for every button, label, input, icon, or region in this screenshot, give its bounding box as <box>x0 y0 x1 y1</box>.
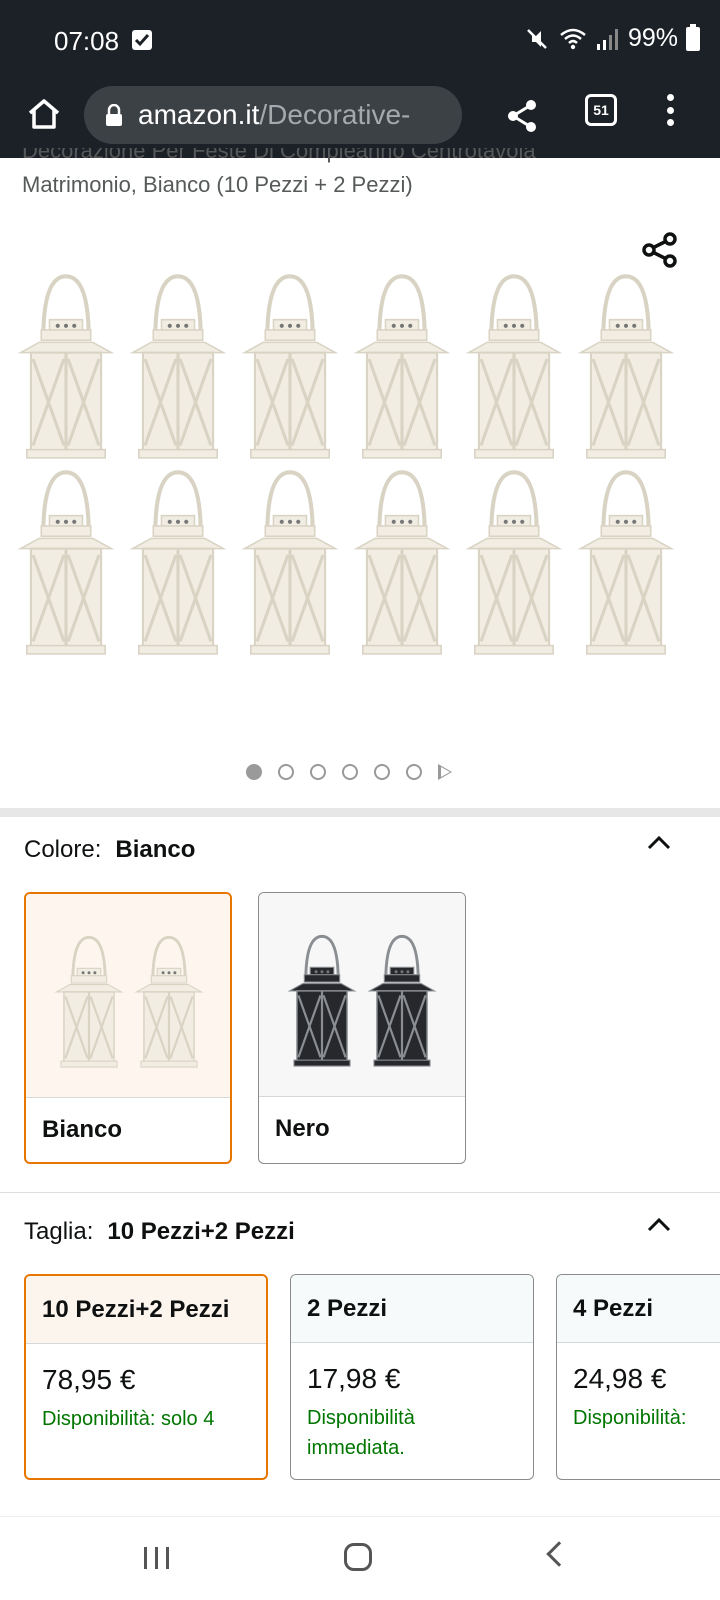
lock-icon <box>104 103 124 126</box>
size-option-4-pezzi[interactable]: 4 Pezzi 24,98 € Disponibilità: <box>556 1274 720 1480</box>
status-time: 07:08 <box>54 26 120 56</box>
lantern-image <box>14 266 118 462</box>
home-button[interactable] <box>24 94 64 134</box>
recent-apps-button[interactable] <box>144 1547 169 1569</box>
recents-icon <box>155 1547 158 1569</box>
menu-dot-icon <box>666 106 674 114</box>
gallery-dot[interactable] <box>246 764 262 780</box>
wifi-icon <box>560 28 586 49</box>
lantern-image <box>462 266 566 462</box>
lantern-image <box>126 462 230 658</box>
product-title-line1: Decorazione Per Feste Di Compleanno Cent… <box>22 148 536 163</box>
tab-switcher-button[interactable]: 51 <box>585 94 617 126</box>
swatch-label: Bianco <box>42 1116 123 1143</box>
size-option-price: 78,95 € <box>42 1364 136 1395</box>
gallery-dot[interactable] <box>278 764 294 780</box>
color-collapse-chevron-up-icon[interactable] <box>646 830 672 856</box>
divider <box>0 1192 720 1193</box>
mute-icon <box>527 28 547 49</box>
size-option-label: 4 Pezzi <box>557 1275 720 1343</box>
size-option-10-2-pezzi[interactable]: 10 Pezzi+2 Pezzi 78,95 € Disponibilità: … <box>24 1274 268 1480</box>
size-option-label: 2 Pezzi <box>291 1275 533 1343</box>
swatch-lantern-image <box>365 929 439 1074</box>
browser-menu-button[interactable] <box>660 90 680 130</box>
swatch-lantern-image <box>132 930 206 1075</box>
share-icon <box>642 232 677 268</box>
share-icon <box>508 100 536 132</box>
product-title-line2: Matrimonio, Bianco (10 Pezzi + 2 Pezzi) <box>22 172 413 197</box>
recents-icon <box>166 1547 169 1569</box>
swatch-label: Nero <box>275 1115 330 1142</box>
lantern-image <box>14 462 118 658</box>
image-share-button[interactable] <box>640 230 680 270</box>
status-bar: 07:08 99% <box>0 0 720 80</box>
battery-icon <box>686 23 700 51</box>
url-text: amazon.it/Decorative- <box>138 99 410 131</box>
color-selected-value: Bianco <box>115 836 196 863</box>
lantern-image <box>126 266 230 462</box>
product-image-gallery[interactable] <box>14 266 704 666</box>
size-option-label: 10 Pezzi+2 Pezzi <box>26 1276 266 1344</box>
size-selected-value: 10 Pezzi+2 Pezzi <box>107 1218 295 1245</box>
back-button[interactable] <box>546 1541 572 1567</box>
system-home-button[interactable] <box>344 1543 372 1571</box>
gallery-next-arrow-icon[interactable] <box>438 764 452 780</box>
size-option-2-pezzi[interactable]: 2 Pezzi 17,98 € Disponibilità immediata. <box>290 1274 534 1480</box>
section-divider <box>0 808 720 817</box>
size-option-price: 17,98 € <box>307 1363 401 1394</box>
size-variation-header: Taglia: 10 Pezzi+2 Pezzi <box>24 1218 295 1246</box>
gallery-dot[interactable] <box>342 764 358 780</box>
url-domain: amazon.it <box>138 99 260 130</box>
swatch-image <box>259 893 465 1097</box>
lantern-image <box>350 266 454 462</box>
size-option-availability: Disponibilità immediata. <box>307 1407 415 1459</box>
lantern-image <box>574 266 678 462</box>
system-navigation-bar <box>0 1516 720 1600</box>
swatch-lantern-image <box>285 929 359 1074</box>
gallery-pagination <box>246 764 452 780</box>
size-option-price: 24,98 € <box>573 1363 667 1394</box>
lantern-image <box>574 462 678 658</box>
product-title: Decorazione Per Feste Di Compleanno Cent… <box>22 148 702 212</box>
size-option-availability: Disponibilità: solo 4 <box>42 1408 215 1430</box>
menu-dot-icon <box>666 119 674 126</box>
recents-icon <box>144 1547 147 1569</box>
signal-icon <box>596 28 618 50</box>
lantern-image <box>238 462 342 658</box>
lantern-image <box>462 462 566 658</box>
size-label: Taglia: <box>24 1218 94 1245</box>
swatch-lantern-image <box>52 930 126 1075</box>
lantern-image <box>350 462 454 658</box>
url-path: /Decorative- <box>259 99 411 130</box>
notification-check-icon <box>132 30 152 50</box>
color-swatch-nero[interactable]: Nero <box>258 892 466 1164</box>
gallery-dot[interactable] <box>310 764 326 780</box>
color-swatch-bianco[interactable]: Bianco <box>24 892 232 1164</box>
color-label: Colore: <box>24 836 102 863</box>
gallery-dot[interactable] <box>374 764 390 780</box>
lantern-image <box>238 266 342 462</box>
status-icons: 99% <box>524 23 700 53</box>
share-button[interactable] <box>504 96 540 136</box>
battery-percent: 99% <box>627 24 678 52</box>
menu-dot-icon <box>666 94 674 101</box>
color-variation-header: Colore: Bianco <box>24 836 195 864</box>
swatch-image <box>26 894 230 1098</box>
gallery-dot[interactable] <box>406 764 422 780</box>
size-option-availability: Disponibilità: <box>573 1407 687 1429</box>
size-collapse-chevron-up-icon[interactable] <box>646 1212 672 1238</box>
home-icon <box>28 99 60 129</box>
address-bar[interactable]: amazon.it/Decorative- <box>84 86 462 144</box>
browser-toolbar: amazon.it/Decorative- 51 <box>0 80 720 158</box>
